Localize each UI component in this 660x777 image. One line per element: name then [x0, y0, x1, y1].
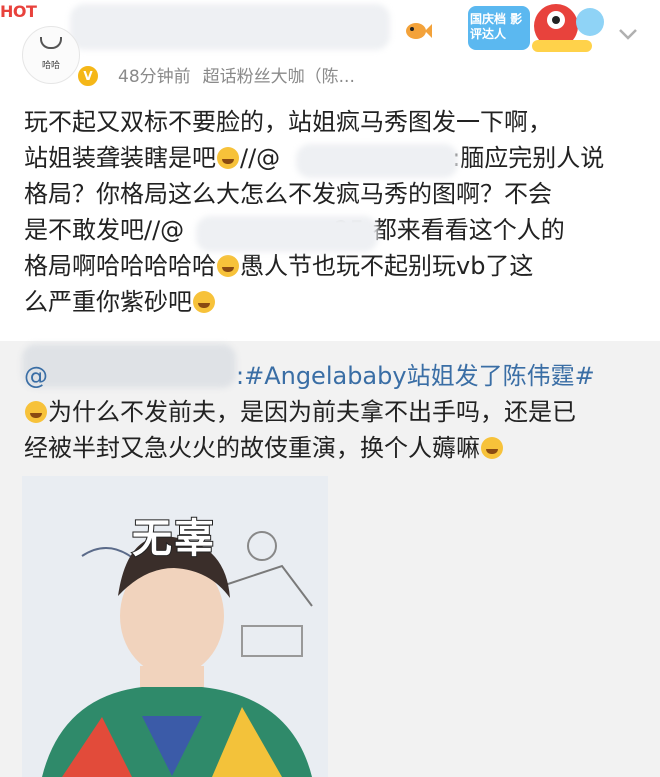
- post-header: HOT 哈哈 V 48分钟前 超话粉丝大咖（陈... 国庆档 影评达人: [0, 0, 660, 96]
- fan-badge-text[interactable]: 超话粉丝大咖（陈...: [203, 67, 355, 87]
- post-text: :腼应完别人说: [452, 144, 605, 172]
- mention-prefix[interactable]: //@: [240, 144, 280, 172]
- topic-hashtag[interactable]: :#Angelababy站姐发了陈伟霆#: [236, 362, 595, 390]
- repost-image[interactable]: 无辜: [22, 476, 328, 777]
- repost-line: 经被半封又急火火的故伎重演，换个人薅嘛: [24, 430, 644, 466]
- repost-text-line: 经被半封又急火火的故伎重演，换个人薅嘛: [24, 434, 480, 462]
- app-logo: HOT: [0, 2, 37, 21]
- repost-topic-line: @ :#Angelababy站姐发了陈伟霆#: [24, 358, 644, 394]
- post-text: 么严重你紫砂吧: [24, 288, 192, 316]
- repost-line: 为什么不发前夫，是因为前夫拿不出手吗，还是已: [24, 394, 644, 430]
- laugh-cry-emoji-icon: [193, 291, 215, 313]
- post-meta: 48分钟前 超话粉丝大咖（陈...: [118, 62, 355, 87]
- repost-text-line: 为什么不发前夫，是因为前夫拿不出手吗，还是已: [48, 398, 576, 426]
- redacted-mention: [296, 144, 458, 178]
- post-text: 格局啊哈哈哈哈哈: [24, 252, 216, 280]
- mention-prefix[interactable]: @: [24, 362, 48, 390]
- laugh-emoji-icon: [481, 437, 503, 459]
- avatar-label: 哈哈: [41, 60, 60, 71]
- emoji-icon: [217, 255, 239, 277]
- post-time: 48分钟前: [118, 67, 191, 87]
- image-caption: 无辜: [131, 515, 216, 563]
- post-text: 站姐装聋装瞎是吧: [24, 144, 216, 172]
- smiley-avatar-icon: [40, 37, 62, 49]
- post-line: 玩不起又双标不要脸的，站姐疯马秀图发一下啊，: [24, 108, 552, 136]
- redacted-username: [70, 4, 390, 50]
- redacted-mention: [196, 216, 378, 252]
- post-text: 愚人节也玩不起别玩vb了这: [240, 252, 534, 280]
- post-text[interactable]: 是不敢发吧//@: [24, 216, 184, 244]
- fish-icon[interactable]: [404, 20, 432, 42]
- emoji-icon: [217, 147, 239, 169]
- campaign-badge-label: 国庆档 影评达人: [470, 12, 523, 41]
- repost-text: @ :#Angelababy站姐发了陈伟霆# 为什么不发前夫，是因为前夫拿不出手吗…: [24, 358, 644, 466]
- post-body: 玩不起又双标不要脸的，站姐疯马秀图发一下啊， 站姐装聋装瞎是吧 //@ :腼应完别人…: [24, 104, 640, 320]
- post-line: 么严重你紫砂吧: [24, 284, 640, 320]
- chevron-down-icon[interactable]: [614, 20, 642, 48]
- post-line: 格局？你格局这么大怎么不发疯马秀的图啊？不会: [24, 180, 552, 208]
- verified-badge-icon: V: [76, 64, 100, 88]
- post-line: 格局啊哈哈哈哈哈 愚人节也玩不起别玩vb了这: [24, 248, 640, 284]
- avatar[interactable]: 哈哈: [22, 26, 80, 84]
- rolling-laugh-emoji-icon: [25, 401, 47, 423]
